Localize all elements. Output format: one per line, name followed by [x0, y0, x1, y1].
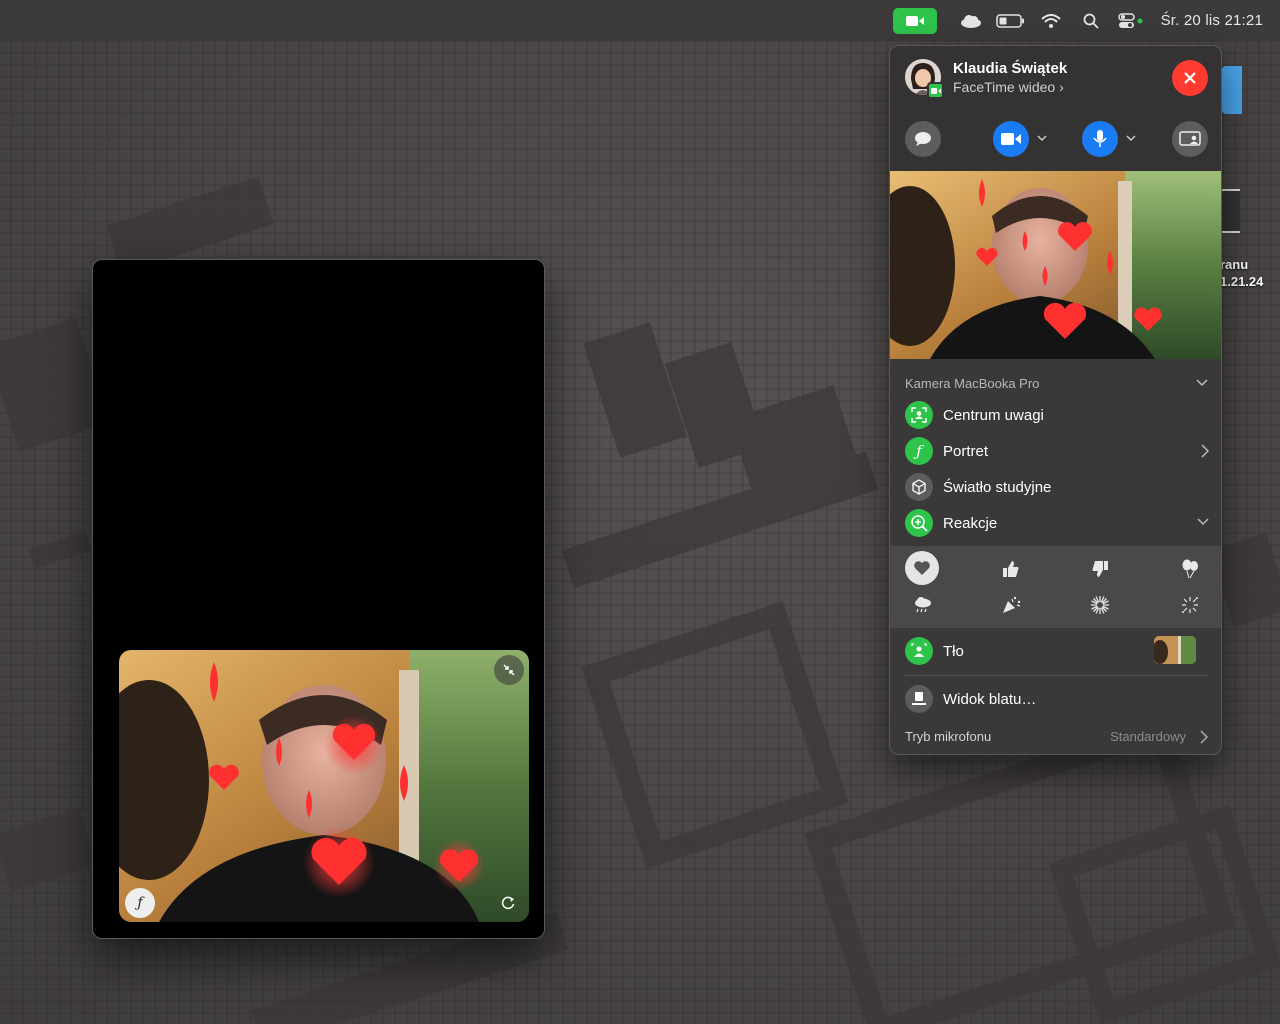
reaction-thumbs-up-button[interactable] [993, 554, 1029, 584]
portrait-row[interactable]: ƒ Portret [905, 436, 1210, 466]
studio-light-row[interactable]: Światło studyjne [905, 472, 1210, 502]
facetime-status-button[interactable] [892, 7, 937, 34]
mic-mode-label[interactable]: Tryb mikrofonu [905, 729, 991, 744]
microphone-toggle-button[interactable] [1082, 121, 1118, 157]
facetime-video-icon [930, 87, 941, 94]
rotate-button[interactable] [493, 888, 523, 918]
call-type-link[interactable]: FaceTime wideo › [953, 79, 1064, 95]
messages-button[interactable] [905, 121, 941, 157]
message-bubble-icon [915, 132, 931, 146]
rain-cloud-icon [915, 597, 931, 613]
reactions-grid [890, 546, 1221, 628]
desk-view-icon [905, 685, 933, 713]
reaction-confetti-button[interactable] [993, 590, 1029, 620]
divider [905, 675, 1208, 676]
control-center-button[interactable] [1111, 0, 1151, 41]
background-icon [905, 637, 933, 665]
facetime-video-icon [905, 15, 924, 26]
facetime-window[interactable]: ƒ [92, 259, 545, 939]
camera-section-title: Kamera MacBooka Pro [905, 376, 1040, 391]
background-thumbnail[interactable] [1154, 636, 1196, 664]
reaction-fireworks-button[interactable] [1082, 590, 1118, 620]
chevron-right-icon[interactable] [1199, 730, 1209, 744]
camera-toggle-button[interactable] [993, 121, 1029, 157]
studio-light-icon [905, 473, 933, 501]
center-stage-row[interactable]: Centrum uwagi [905, 400, 1210, 430]
fireworks-icon [1091, 596, 1109, 614]
menubar-clock[interactable]: Śr. 20 lis 21:21 [1161, 0, 1263, 41]
microphone-icon [1093, 130, 1107, 147]
desktop-file-label[interactable]: 1.21.24 [1220, 274, 1263, 289]
heart-icon [914, 561, 930, 575]
battery-menu-button[interactable] [991, 0, 1031, 41]
background-label: Tło [943, 642, 964, 660]
screen-share-button[interactable] [1172, 121, 1208, 157]
desktop-file-label[interactable]: ranu [1220, 257, 1248, 272]
desktop-folder-icon[interactable] [1222, 66, 1242, 114]
confetti-icon [1003, 596, 1021, 613]
rotate-icon [501, 896, 515, 910]
mic-mode-value[interactable]: Standardowy [1110, 729, 1186, 744]
reaction-rain-button[interactable] [905, 590, 941, 620]
center-stage-label: Centrum uwagi [943, 406, 1044, 424]
facetime-badge [927, 82, 944, 99]
icloud-icon [960, 14, 981, 28]
background-row[interactable]: Tło [905, 636, 1210, 666]
screen-share-icon [1179, 131, 1201, 146]
facetime-control-panel: Klaudia Świątek FaceTime wideo › Kamera … [889, 45, 1222, 755]
icloud-menu-button[interactable] [951, 0, 991, 41]
chevron-down-icon [1197, 518, 1209, 526]
panel-header: Klaudia Świątek FaceTime wideo › [890, 46, 1221, 359]
reaction-sparkle-button[interactable] [1172, 590, 1208, 620]
portrait-label: Portret [943, 442, 989, 460]
center-stage-icon [905, 401, 933, 429]
thumbs-up-icon [1003, 561, 1019, 577]
reactions-row[interactable]: Reakcje [905, 508, 1210, 538]
chevron-right-icon [1201, 444, 1210, 458]
video-scene [119, 650, 529, 922]
desk-view-label: Widok blatu… [943, 690, 1037, 708]
reactions-icon [905, 509, 933, 537]
video-camera-icon [1001, 133, 1021, 145]
battery-icon [995, 13, 1024, 28]
desk-view-row[interactable]: Widok blatu… [905, 684, 1210, 714]
camera-preview [890, 171, 1221, 359]
balloons-icon [1182, 559, 1198, 579]
end-call-button[interactable] [1172, 60, 1208, 96]
sparkle-icon [1182, 597, 1198, 613]
reactions-label: Reakcje [943, 514, 998, 532]
portrait-mode-button[interactable]: ƒ [125, 888, 155, 918]
menu-bar: Śr. 20 lis 21:21 [0, 0, 1280, 41]
preview-scene [890, 171, 1221, 359]
portrait-icon: ƒ [137, 895, 143, 911]
wifi-menu-button[interactable] [1031, 0, 1071, 41]
chevron-down-icon[interactable] [1125, 132, 1137, 144]
reaction-thumbs-down-button[interactable] [1082, 554, 1118, 584]
reaction-heart-button[interactable] [905, 551, 939, 585]
caller-name: Klaudia Świątek [953, 60, 1068, 77]
search-icon [1083, 13, 1099, 29]
chevron-down-icon[interactable] [1036, 132, 1048, 144]
self-view-video[interactable]: ƒ [119, 650, 529, 922]
collapse-button[interactable] [494, 655, 524, 685]
thumbs-down-icon [1092, 561, 1108, 577]
studio-light-label: Światło studyjne [943, 478, 1052, 496]
chevron-down-icon[interactable] [1195, 377, 1209, 389]
spotlight-button[interactable] [1071, 0, 1111, 41]
control-center-icon [1117, 12, 1143, 28]
portrait-icon: ƒ [905, 437, 933, 465]
call-controls [890, 121, 1221, 157]
reaction-balloons-button[interactable] [1172, 554, 1208, 584]
wifi-icon [1040, 13, 1061, 28]
close-icon [1184, 72, 1196, 84]
collapse-icon [503, 664, 515, 676]
